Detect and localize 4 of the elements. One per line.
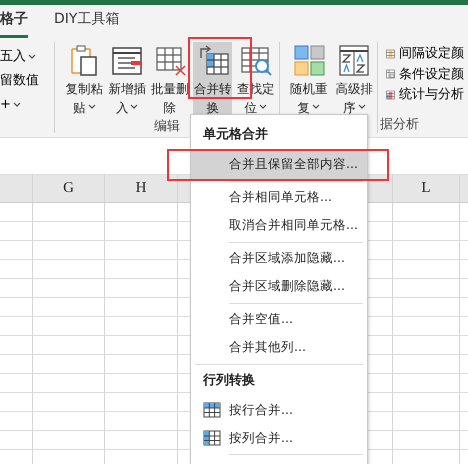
menu-section-header: 单元格合并 [202, 126, 269, 144]
group-label: 编辑 [154, 118, 180, 136]
group-label: 据分析 [380, 116, 419, 133]
menu-section-header: 行列转换 [202, 372, 256, 390]
